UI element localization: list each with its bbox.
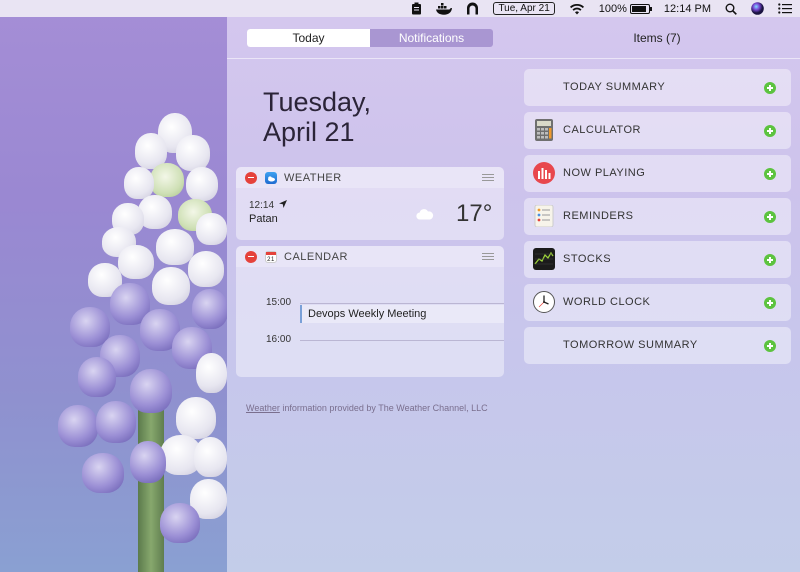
battery-percent: 100% — [598, 2, 627, 15]
item-stocks[interactable]: STOCKS — [524, 241, 791, 278]
calendar-slot-line — [300, 303, 504, 304]
item-label: WORLD CLOCK — [563, 296, 651, 308]
calculator-icon — [533, 119, 555, 141]
item-label: STOCKS — [563, 253, 612, 265]
flower-bud — [176, 135, 210, 171]
calendar-widget: 21 CALENDAR 15:00 Devops Weekly Meeting … — [236, 246, 504, 377]
flower-bud — [192, 289, 227, 329]
calendar-slot-time: 15:00 — [266, 297, 292, 308]
add-calculator-button[interactable] — [764, 125, 776, 137]
date-day: April 21 — [263, 117, 355, 147]
flower-bud — [188, 251, 224, 287]
header-divider — [227, 58, 800, 59]
now-playing-icon — [533, 162, 555, 184]
cloud-icon — [416, 207, 434, 220]
search-icon[interactable] — [725, 0, 737, 17]
item-label: TODAY SUMMARY — [563, 81, 666, 93]
weather-credit-text: information provided by The Weather Chan… — [279, 403, 488, 413]
item-label: NOW PLAYING — [563, 167, 646, 179]
siri-icon[interactable] — [751, 0, 764, 17]
weather-widget-header: WEATHER — [236, 167, 504, 188]
item-label: REMINDERS — [563, 210, 634, 222]
flower-bud — [160, 503, 200, 543]
flower-bud — [118, 245, 154, 279]
item-label: CALCULATOR — [563, 124, 641, 136]
add-world-clock-button[interactable] — [764, 297, 776, 309]
location-arrow-icon — [279, 200, 287, 210]
tab-notifications[interactable]: Notifications — [370, 29, 493, 47]
wifi-icon[interactable] — [569, 0, 585, 17]
battery-status[interactable]: 100% — [598, 0, 652, 17]
flower-bud — [82, 453, 124, 493]
world-clock-icon — [533, 291, 555, 313]
calendar-body: 15:00 Devops Weekly Meeting 16:00 — [236, 267, 504, 377]
drag-handle-icon[interactable] — [482, 253, 494, 260]
weather-app-icon — [265, 171, 277, 184]
items-count-label: Items (7) — [633, 31, 681, 45]
calendar-app-icon: 21 — [265, 250, 277, 263]
calendar-event[interactable]: Devops Weekly Meeting — [300, 305, 504, 323]
battery-icon — [629, 3, 652, 14]
weather-city: Patan — [249, 213, 278, 225]
flower-bud — [150, 163, 184, 197]
item-tomorrow-summary[interactable]: TOMORROW SUMMARY — [524, 327, 791, 364]
calendar-slot-line — [300, 340, 504, 341]
drag-handle-icon[interactable] — [482, 174, 494, 181]
clipboard-icon[interactable] — [411, 0, 422, 17]
flower-bud — [130, 441, 166, 483]
weather-time: 12:14 — [249, 200, 275, 211]
flower-bud — [124, 167, 154, 199]
item-world-clock[interactable]: WORLD CLOCK — [524, 284, 791, 321]
weather-credit: Weather information provided by The Weat… — [246, 403, 488, 413]
calendar-slot-time: 16:00 — [266, 334, 292, 345]
reminders-icon — [533, 204, 555, 228]
flower-bud — [186, 167, 218, 201]
flower-bud — [96, 401, 136, 443]
flower-bud — [58, 405, 98, 447]
item-reminders[interactable]: REMINDERS — [524, 198, 791, 235]
notification-center-icon[interactable] — [778, 0, 792, 17]
flower-bud — [194, 437, 227, 477]
add-stocks-button[interactable] — [764, 254, 776, 266]
flower-bud — [196, 353, 227, 393]
flower-bud — [176, 397, 216, 439]
weather-credit-link[interactable]: Weather — [246, 403, 280, 413]
add-now-playing-button[interactable] — [764, 168, 776, 180]
weather-temperature: 17° — [456, 200, 493, 227]
remove-weather-button[interactable] — [245, 171, 257, 184]
flower-bud — [130, 369, 172, 413]
add-today-summary-button[interactable] — [764, 82, 776, 94]
item-label: TOMORROW SUMMARY — [563, 339, 698, 351]
flower-bud — [196, 213, 227, 245]
add-tomorrow-summary-button[interactable] — [764, 340, 776, 352]
flower-bud — [152, 267, 190, 305]
date-display[interactable]: Tue, Apr 21 — [493, 2, 555, 15]
item-calculator[interactable]: CALCULATOR — [524, 112, 791, 149]
arch-icon[interactable] — [466, 0, 479, 17]
clock[interactable]: 12:14 PM — [664, 0, 711, 17]
item-now-playing[interactable]: NOW PLAYING — [524, 155, 791, 192]
calendar-widget-title: CALENDAR — [284, 250, 348, 263]
today-date-heading: Tuesday, April 21 — [263, 87, 371, 147]
weather-widget: WEATHER 12:14 Patan 17° — [236, 167, 504, 240]
view-segmented-control: Today Notifications — [247, 29, 493, 47]
item-today-summary[interactable]: TODAY SUMMARY — [524, 69, 791, 106]
remove-calendar-button[interactable] — [245, 250, 257, 263]
desktop-wallpaper — [0, 17, 227, 572]
notification-center-panel: Today Notifications Items (7) Tuesday, A… — [227, 17, 800, 572]
calendar-widget-header: 21 CALENDAR — [236, 246, 504, 267]
tab-today[interactable]: Today — [247, 29, 370, 47]
weather-widget-title: WEATHER — [284, 171, 342, 184]
menu-bar: Tue, Apr 21 100% 12:14 PM — [0, 0, 800, 17]
svg-text:21: 21 — [267, 257, 275, 262]
flower-bud — [78, 357, 116, 397]
docker-icon[interactable] — [436, 0, 453, 17]
date-weekday: Tuesday, — [263, 87, 372, 117]
flower-bud — [156, 229, 194, 265]
stocks-icon — [533, 248, 555, 270]
weather-body[interactable]: 12:14 Patan 17° — [236, 188, 504, 240]
add-reminders-button[interactable] — [764, 211, 776, 223]
